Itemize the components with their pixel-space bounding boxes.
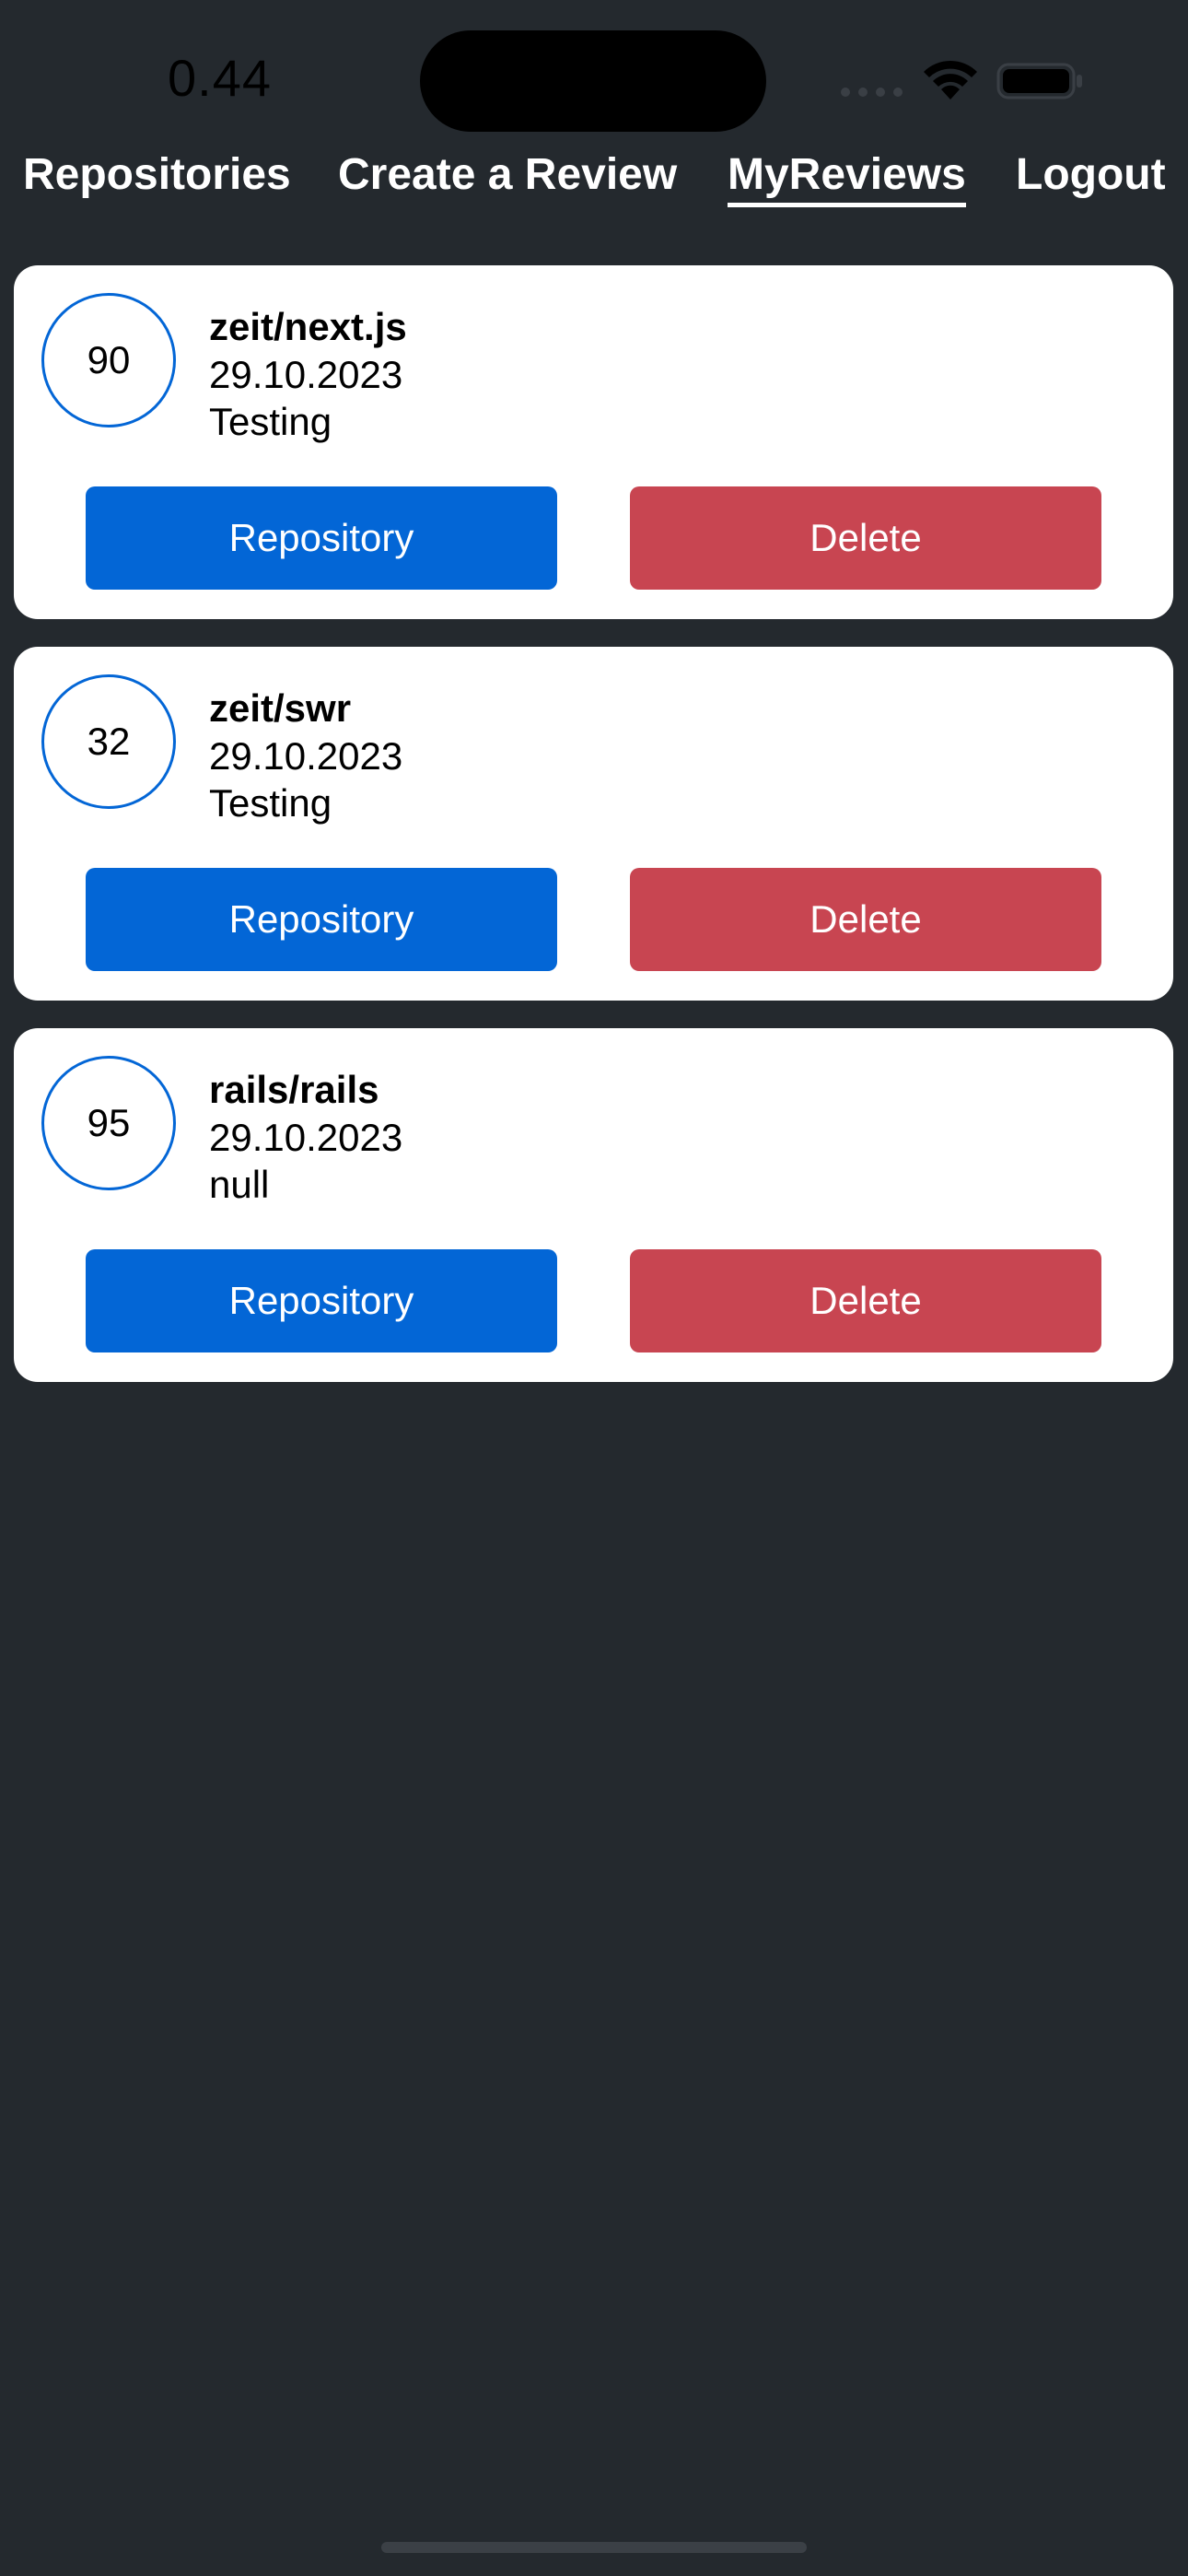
delete-button[interactable]: Delete [630,1249,1101,1352]
status-bar: 0.44 [0,0,1188,147]
status-time: 0.44 [168,49,272,107]
dynamic-island [420,30,766,132]
repository-button[interactable]: Repository [86,868,557,971]
delete-button[interactable]: Delete [630,486,1101,590]
review-text: Testing [209,400,332,443]
rating-circle: 32 [41,674,176,809]
review-date: 29.10.2023 [209,734,403,778]
review-card: 32 zeit/swr 29.10.2023 Testing Repositor… [14,647,1173,1001]
repository-button[interactable]: Repository [86,486,557,590]
review-text: Testing [209,781,332,825]
review-text: null [209,1163,270,1206]
repo-name: zeit/swr [209,686,352,730]
review-card: 90 zeit/next.js 29.10.2023 Testing Repos… [14,265,1173,619]
nav-repositories[interactable]: Repositories [23,147,291,203]
battery-icon [996,63,1082,100]
review-card: 95 rails/rails 29.10.2023 null Repositor… [14,1028,1173,1382]
wifi-icon [924,60,977,100]
repo-name: zeit/next.js [209,305,407,348]
nav-logout[interactable]: Logout [1016,147,1166,203]
nav-create-review[interactable]: Create a Review [338,147,677,203]
home-indicator[interactable] [381,2542,807,2553]
repository-button[interactable]: Repository [86,1249,557,1352]
repo-name: rails/rails [209,1068,379,1111]
top-nav: Repositories Create a Review MyReviews L… [0,147,1188,216]
review-date: 29.10.2023 [209,353,403,396]
rating-circle: 90 [41,293,176,427]
signal-icon [841,88,903,97]
rating-circle: 95 [41,1056,176,1190]
delete-button[interactable]: Delete [630,868,1101,971]
nav-my-reviews[interactable]: MyReviews [728,147,966,207]
review-date: 29.10.2023 [209,1116,403,1159]
